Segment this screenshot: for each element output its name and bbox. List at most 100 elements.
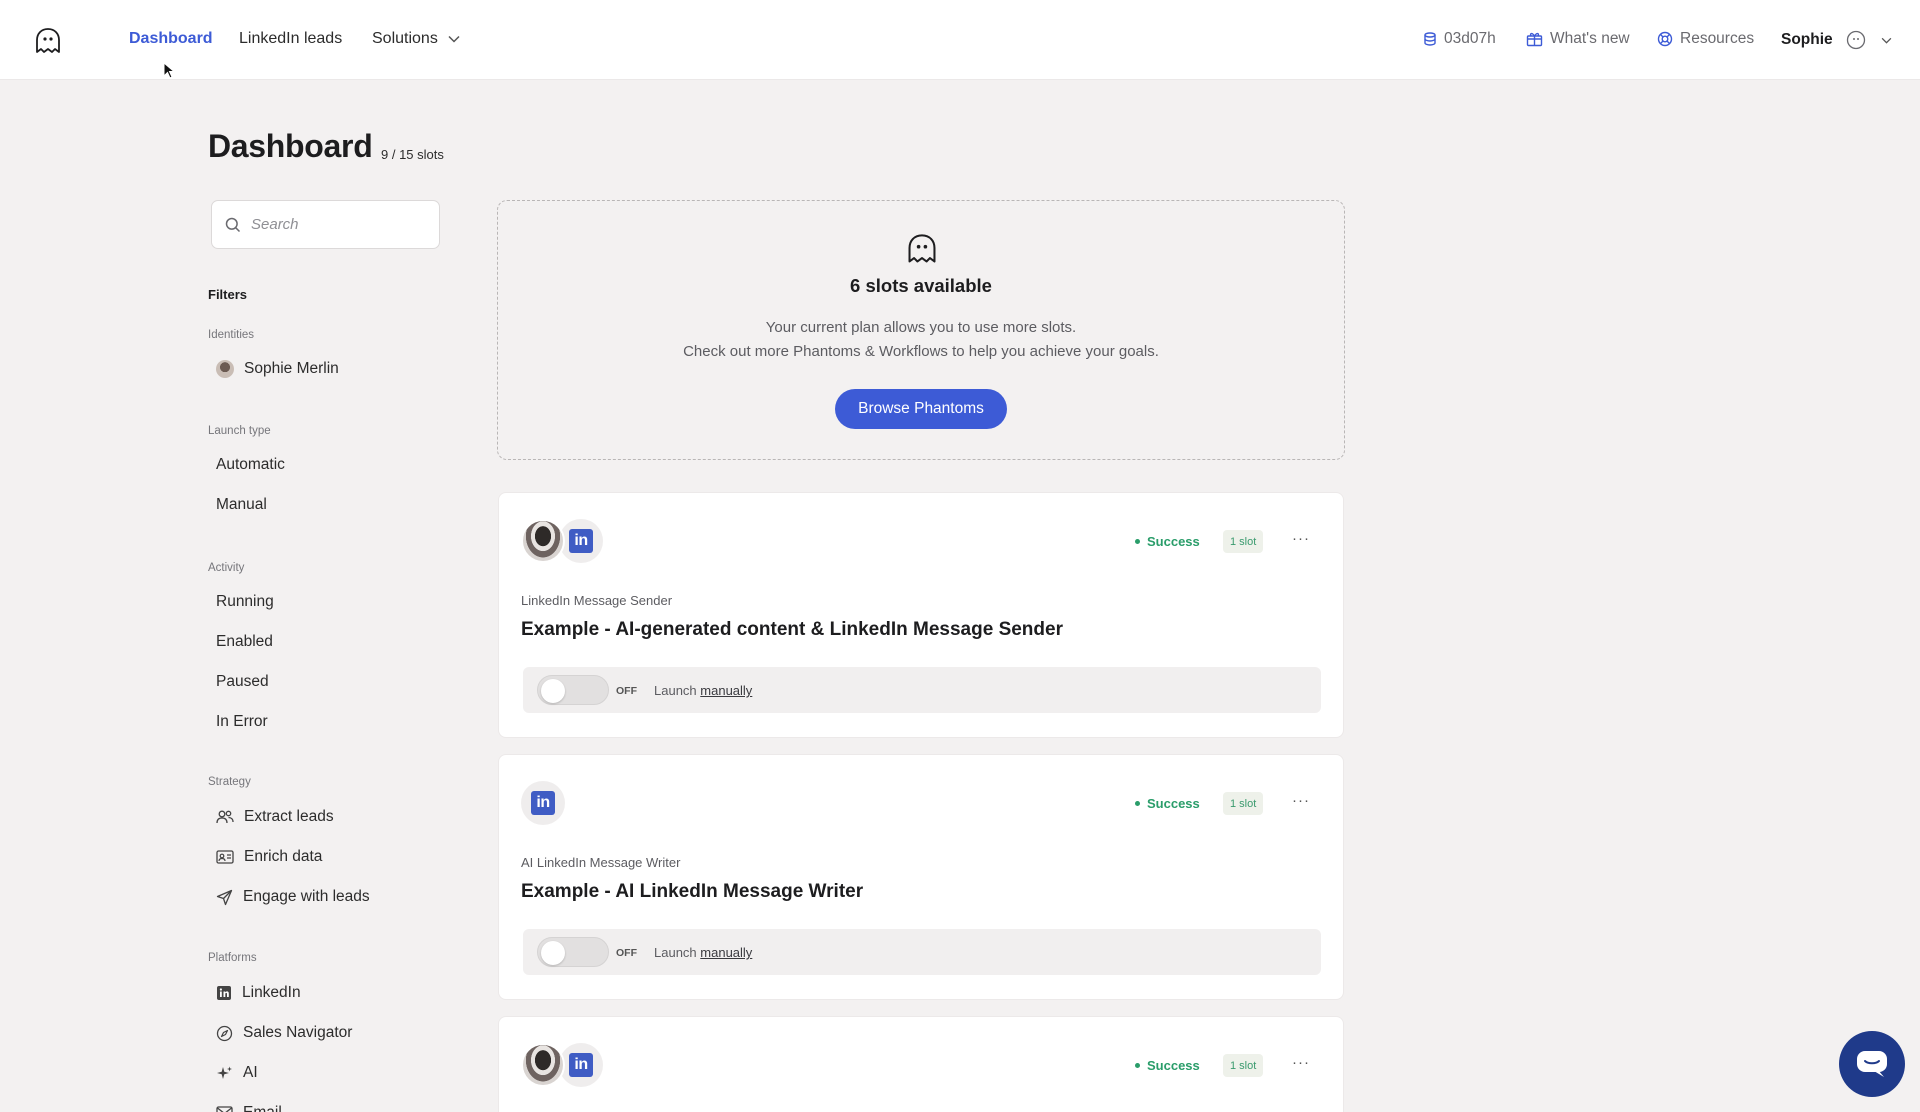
chat-bubble-icon — [1857, 1051, 1887, 1077]
ghost-icon — [908, 234, 936, 263]
time-credits[interactable]: 03d07h — [1421, 30, 1496, 48]
phantom-card[interactable]: in Success 1 slot ··· — [498, 1016, 1344, 1112]
filter-label: Enrich data — [244, 848, 323, 865]
mouse-cursor-icon — [163, 62, 175, 79]
linkedin-icon: in — [569, 1053, 593, 1077]
search-box[interactable] — [211, 200, 440, 249]
phantom-logo-icon[interactable] — [33, 26, 63, 56]
filter-label: Email — [243, 1104, 282, 1112]
whats-new-link[interactable]: What's new — [1526, 30, 1630, 48]
timer-text: 03d07h — [1444, 30, 1496, 47]
slot-badge: 1 slot — [1223, 1054, 1264, 1077]
sparkles-icon — [217, 1066, 232, 1079]
launch-manually-link[interactable]: manually — [700, 945, 752, 960]
phantom-icons: in — [521, 781, 565, 825]
status-label: Success — [1147, 534, 1200, 549]
filter-identity-sophie-merlin[interactable]: Sophie Merlin — [216, 360, 339, 378]
filter-strategy-engage-with-leads[interactable]: Engage with leads — [216, 888, 370, 906]
status-badge: Success — [1135, 1058, 1200, 1073]
filter-strategy-extract-leads[interactable]: Extract leads — [216, 808, 334, 826]
id-card-icon — [216, 850, 234, 864]
filter-activity-enabled[interactable]: Enabled — [216, 633, 273, 651]
avatar — [216, 360, 234, 378]
lifebuoy-icon — [1657, 31, 1673, 47]
launch-settings-bar: OFF Launch manually — [523, 667, 1321, 713]
launch-mode-text: Launch manually — [654, 945, 752, 960]
resources-link[interactable]: Resources — [1657, 30, 1754, 48]
chat-support-button[interactable] — [1839, 1031, 1905, 1097]
filter-platform-sales-navigator[interactable]: Sales Navigator — [216, 1024, 352, 1042]
nav-linkedin-leads[interactable]: LinkedIn leads — [239, 30, 342, 48]
filters-title: Filters — [208, 287, 248, 302]
filter-label: Extract leads — [244, 808, 334, 825]
platforms-label: Platforms — [208, 952, 257, 964]
users-icon — [216, 810, 234, 824]
filter-label: LinkedIn — [242, 984, 301, 1001]
launch-toggle[interactable] — [537, 937, 609, 967]
phantom-type: LinkedIn Message Sender — [521, 593, 673, 608]
whats-new-label: What's new — [1550, 30, 1630, 47]
status-dot-icon — [1135, 801, 1140, 806]
filter-platform-ai[interactable]: AI — [216, 1064, 258, 1082]
compass-icon — [216, 1025, 233, 1041]
avatar — [521, 519, 565, 563]
user-name: Sophie — [1781, 31, 1833, 48]
toggle-knob — [541, 941, 565, 965]
slots-description-line-1: Your current plan allows you to use more… — [765, 319, 1077, 336]
phantom-name[interactable]: Example - AI LinkedIn Message Writer — [521, 881, 863, 903]
status-dot-icon — [1135, 1063, 1140, 1068]
linkedin-badge: in — [559, 519, 603, 563]
coins-icon — [1424, 32, 1436, 46]
launch-manually-link[interactable]: manually — [700, 683, 752, 698]
slots-available-title: 6 slots available — [850, 275, 992, 296]
linkedin-icon: in — [531, 791, 555, 815]
toggle-knob — [541, 679, 565, 703]
phantom-type: AI LinkedIn Message Writer — [521, 855, 681, 870]
more-options-icon[interactable]: ··· — [1292, 530, 1310, 547]
filter-label: Engage with leads — [243, 888, 370, 905]
linkedin-badge: in — [559, 1043, 603, 1087]
nav-solutions-label: Solutions — [372, 30, 438, 47]
page-title: Dashboard — [208, 128, 373, 164]
top-navbar: Dashboard LinkedIn leads Solutions 03d07… — [0, 0, 1920, 80]
nav-dashboard[interactable]: Dashboard — [129, 30, 213, 48]
activity-label: Activity — [208, 562, 245, 574]
search-icon — [225, 217, 241, 232]
launch-prefix: Launch — [654, 683, 697, 698]
nav-solutions[interactable]: Solutions — [372, 30, 460, 48]
filter-platform-linkedin[interactable]: LinkedIn — [216, 984, 301, 1002]
ghost-avatar-icon — [1846, 30, 1865, 50]
filter-label: Sales Navigator — [243, 1024, 353, 1041]
launch-type-label: Launch type — [208, 425, 271, 437]
phantom-card[interactable]: in Success 1 slot ··· AI LinkedIn Messag… — [498, 754, 1344, 1000]
filter-strategy-enrich-data[interactable]: Enrich data — [216, 848, 322, 866]
launch-toggle[interactable] — [537, 675, 609, 705]
phantom-name[interactable]: Example - AI-generated content & LinkedI… — [521, 619, 1063, 641]
linkedin-badge: in — [521, 781, 565, 825]
status-badge: Success — [1135, 534, 1200, 549]
user-menu[interactable]: Sophie — [1781, 30, 1892, 50]
more-options-icon[interactable]: ··· — [1292, 792, 1310, 809]
filter-platform-email[interactable]: Email — [216, 1104, 282, 1112]
strategy-label: Strategy — [208, 776, 251, 788]
toggle-state-label: OFF — [616, 947, 637, 959]
filter-launch-automatic[interactable]: Automatic — [216, 456, 285, 474]
filter-activity-paused[interactable]: Paused — [216, 673, 269, 691]
chevron-down-icon — [448, 35, 460, 43]
send-icon — [216, 889, 233, 905]
launch-mode-text: Launch manually — [654, 683, 752, 698]
mail-icon — [216, 1106, 233, 1112]
filter-activity-in-error[interactable]: In Error — [216, 713, 268, 731]
search-input[interactable] — [251, 216, 431, 233]
phantom-icons: in — [521, 519, 603, 563]
filter-activity-running[interactable]: Running — [216, 593, 274, 611]
filter-launch-manual[interactable]: Manual — [216, 496, 267, 514]
phantom-card[interactable]: in Success 1 slot ··· LinkedIn Message S… — [498, 492, 1344, 738]
filter-label: Sophie Merlin — [244, 360, 339, 377]
browse-phantoms-button[interactable]: Browse Phantoms — [835, 389, 1007, 429]
resources-label: Resources — [1680, 30, 1755, 47]
status-label: Success — [1147, 1058, 1200, 1073]
phantom-icons: in — [521, 1043, 603, 1087]
linkedin-icon — [217, 986, 231, 1000]
more-options-icon[interactable]: ··· — [1292, 1054, 1310, 1071]
